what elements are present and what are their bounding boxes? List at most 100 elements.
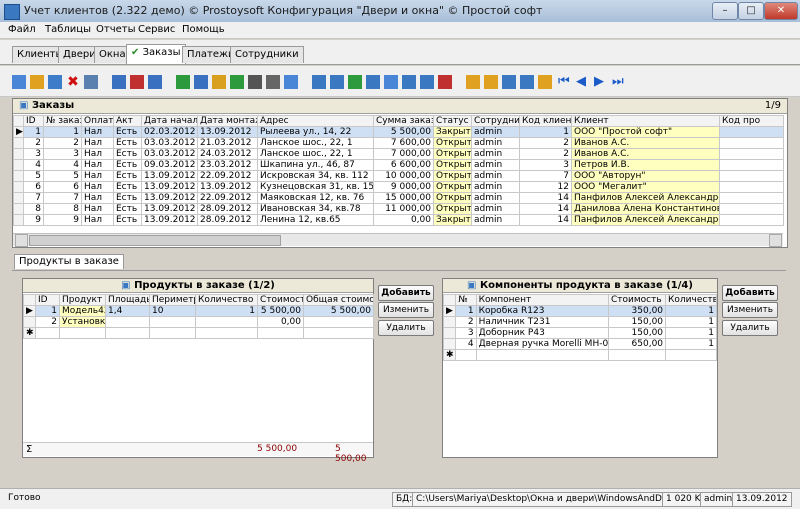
table-cell[interactable]: 22.09.2012 <box>197 192 258 204</box>
column-header[interactable]: Сотрудник <box>471 115 520 127</box>
table-cell[interactable] <box>149 327 196 339</box>
table-cell[interactable]: Открыт <box>433 181 472 193</box>
table-cell[interactable] <box>303 316 374 328</box>
table-cell[interactable]: 5 500,00 <box>303 305 374 317</box>
table-cell[interactable]: Открыт <box>433 137 472 149</box>
table-cell[interactable]: Нал <box>81 137 114 149</box>
table-cell[interactable]: 09.03.2012 <box>141 159 198 171</box>
column-header[interactable]: Площадь <box>105 294 150 306</box>
column-header[interactable]: Адрес <box>257 115 374 127</box>
lightning-icon[interactable] <box>538 75 552 89</box>
export-icon[interactable] <box>312 75 326 89</box>
menu-help[interactable]: Помощь <box>182 24 225 35</box>
filter-icon[interactable] <box>112 75 126 89</box>
table-cell[interactable]: 9 <box>43 214 82 226</box>
table-cell[interactable]: 5 <box>23 170 44 182</box>
table-cell[interactable]: Панфилов Алексей Александрович <box>571 214 720 226</box>
table-cell[interactable] <box>719 137 784 149</box>
row-indicator[interactable] <box>442 327 457 339</box>
table-row[interactable]: ▶ 1 Коробка R123 350,00 1 <box>442 305 717 317</box>
table-cell[interactable]: Есть <box>113 192 142 204</box>
doc-icon[interactable] <box>420 75 434 89</box>
mail-icon[interactable] <box>384 75 398 89</box>
table-cell[interactable]: Есть <box>113 203 142 215</box>
table-cell[interactable]: Коробка R123 <box>475 305 610 317</box>
table-cell[interactable]: 24.03.2012 <box>197 148 258 160</box>
column-header[interactable]: Количество <box>665 294 717 306</box>
scroll-right-icon[interactable] <box>769 234 782 247</box>
row-indicator[interactable] <box>13 181 24 193</box>
table-cell[interactable]: Ланское шос., 22, 1 <box>257 148 374 160</box>
table-cell[interactable]: 1,4 <box>105 305 150 317</box>
current-row-indicator-icon[interactable]: ▶ <box>442 305 457 317</box>
preview-icon[interactable] <box>284 75 298 89</box>
table-cell[interactable]: 1 <box>665 327 717 339</box>
table-cell[interactable]: Есть <box>113 126 142 138</box>
row-indicator[interactable] <box>442 316 457 328</box>
table-cell[interactable]: 4 <box>455 338 477 350</box>
table-cell[interactable]: 03.03.2012 <box>141 137 198 149</box>
row-indicator[interactable] <box>13 170 24 182</box>
table-cell[interactable]: Маяковская 12, кв. 76 <box>257 192 374 204</box>
table-cell[interactable]: 13.09.2012 <box>141 181 198 193</box>
table-cell[interactable]: Петров И.В. <box>571 159 720 171</box>
row-indicator[interactable] <box>13 192 24 204</box>
excel-icon[interactable] <box>348 75 362 89</box>
row-indicator[interactable] <box>13 148 24 160</box>
filter-3-icon[interactable] <box>230 75 244 89</box>
table-cell[interactable]: 6 <box>43 181 82 193</box>
column-header[interactable]: Продукт <box>59 294 106 306</box>
table-cell[interactable]: Шкапина ул., 46, 87 <box>257 159 374 171</box>
table-cell[interactable]: 11 000,00 <box>373 203 434 215</box>
column-header[interactable]: Периметр <box>149 294 196 306</box>
table-cell[interactable]: 5 500,00 <box>257 305 304 317</box>
table-cell[interactable]: Ланское шос., 22, 1 <box>257 137 374 149</box>
table-cell[interactable]: 2 <box>455 316 477 328</box>
table-cell[interactable]: 8 <box>43 203 82 215</box>
table-cell[interactable]: Есть <box>113 214 142 226</box>
table-cell[interactable]: admin <box>471 214 520 226</box>
table-cell[interactable] <box>607 349 667 361</box>
table-cell[interactable]: 1 <box>195 305 258 317</box>
row-indicator[interactable] <box>23 316 36 328</box>
row-indicator[interactable] <box>13 159 24 171</box>
table-cell[interactable]: 2 <box>519 148 572 160</box>
table-cell[interactable]: 5 500,00 <box>373 126 434 138</box>
table-cell[interactable]: Нал <box>81 126 114 138</box>
table-cell[interactable]: 7 <box>519 170 572 182</box>
table-cell[interactable]: 150,00 <box>607 316 667 328</box>
grid-icon[interactable] <box>84 75 98 89</box>
new-record-icon[interactable] <box>12 75 26 89</box>
find-icon[interactable] <box>248 75 262 89</box>
add-component-button[interactable]: Добавить <box>722 285 778 301</box>
column-header[interactable]: № <box>455 294 477 306</box>
column-header[interactable]: Количество <box>195 294 258 306</box>
column-header[interactable]: ID <box>35 294 60 306</box>
table-row[interactable]: 7 7 Нал Есть 13.09.2012 22.09.2012 Маяковская … <box>13 192 784 204</box>
new-row[interactable]: ✱ <box>23 327 374 339</box>
tab-orders[interactable]: ✔ Заказы <box>126 44 186 64</box>
table-cell[interactable] <box>719 159 784 171</box>
table-cell[interactable]: 9 000,00 <box>373 181 434 193</box>
copy-icon[interactable] <box>48 75 62 89</box>
table-cell[interactable]: Открыт <box>433 192 472 204</box>
table-cell[interactable] <box>719 170 784 182</box>
table-cell[interactable] <box>719 126 784 138</box>
table-cell[interactable]: 7 600,00 <box>373 137 434 149</box>
table-cell[interactable]: 7 000,00 <box>373 148 434 160</box>
table-row[interactable]: 2 Наличник Т231 150,00 1 <box>442 316 717 328</box>
table-cell[interactable]: Доборник Р43 <box>475 327 610 339</box>
table-cell[interactable]: Есть <box>113 181 142 193</box>
scroll-thumb[interactable] <box>29 235 281 246</box>
table-cell[interactable]: Нал <box>81 148 114 160</box>
import-icon[interactable] <box>330 75 344 89</box>
table-cell[interactable]: 21.03.2012 <box>197 137 258 149</box>
table-cell[interactable]: 9 <box>23 214 44 226</box>
next-record-icon[interactable]: ▶ <box>594 75 608 89</box>
table-cell[interactable]: 13.09.2012 <box>141 214 198 226</box>
column-header[interactable]: Акт <box>113 115 142 127</box>
table-cell[interactable]: admin <box>471 159 520 171</box>
table-row[interactable]: 2Установка 0,00 <box>23 316 374 328</box>
close-button[interactable]: ✕ <box>764 2 798 20</box>
report-icon[interactable] <box>402 75 416 89</box>
